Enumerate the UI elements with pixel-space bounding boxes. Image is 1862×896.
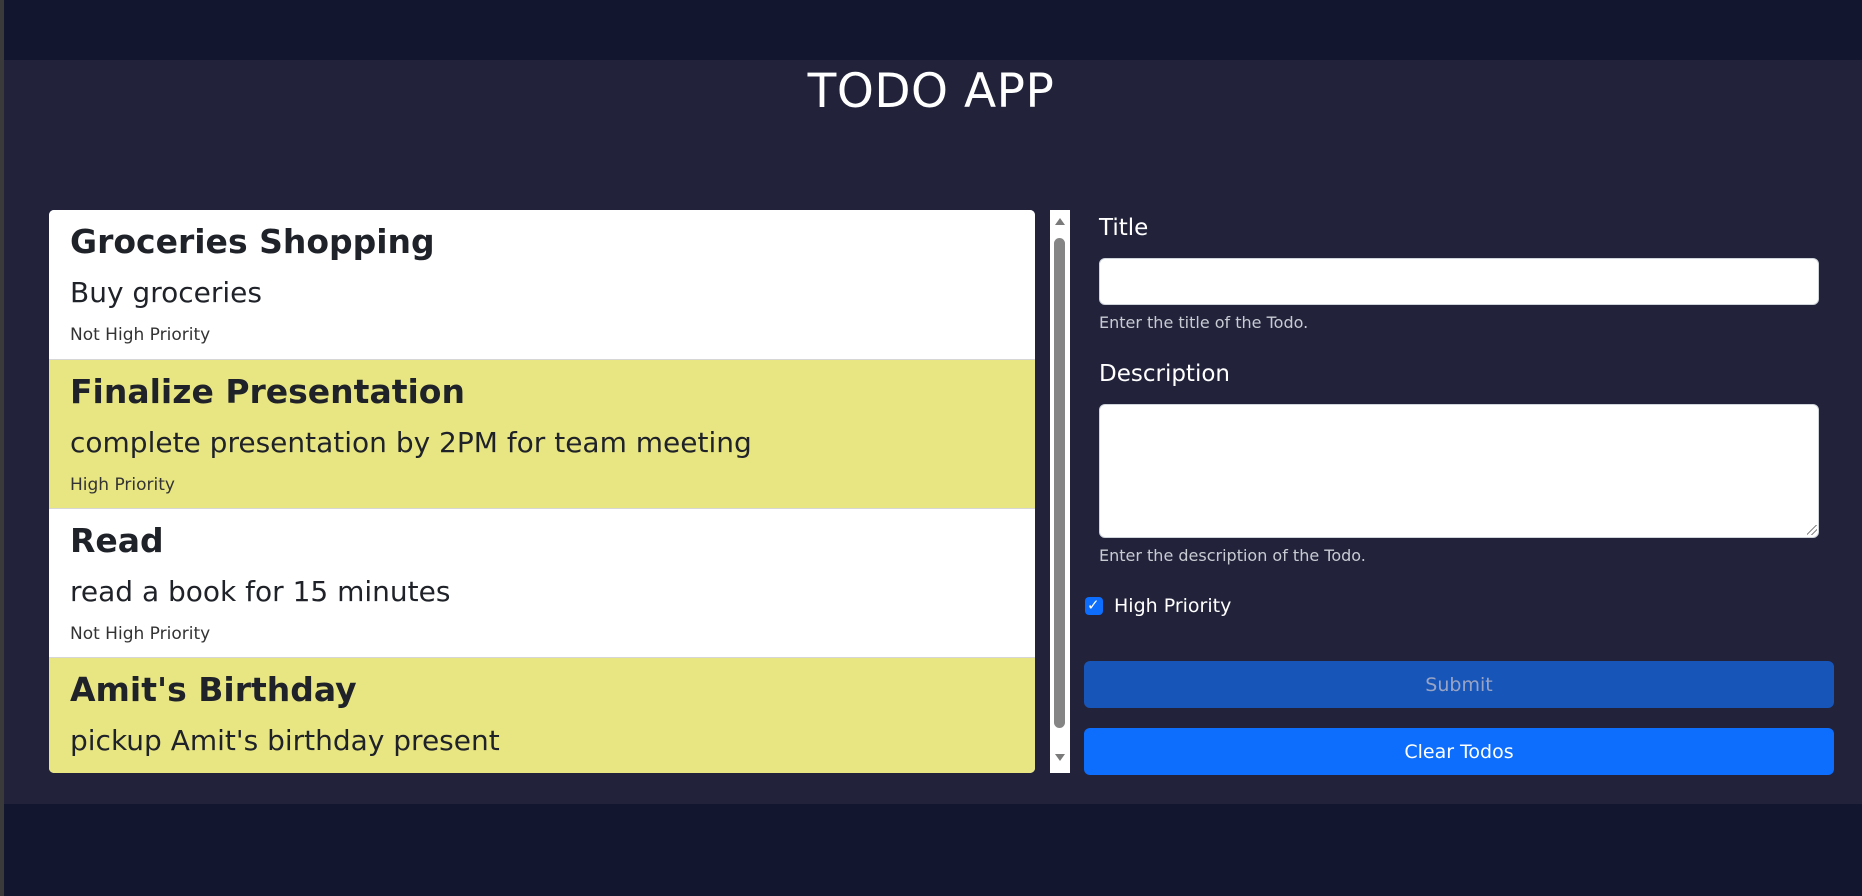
title-label: Title	[1099, 215, 1149, 241]
todo-description: Buy groceries	[70, 276, 262, 309]
todo-description: pickup Amit's birthday present	[70, 724, 500, 757]
todo-description: read a book for 15 minutes	[70, 575, 451, 608]
title-help-text: Enter the title of the Todo.	[1099, 313, 1309, 332]
title-input[interactable]	[1099, 258, 1819, 305]
resize-grip-icon[interactable]	[1807, 525, 1817, 535]
todo-item[interactable]: Amit's Birthday pickup Amit's birthday p…	[49, 657, 1035, 773]
submit-button[interactable]: Submit	[1084, 661, 1834, 708]
todo-description: complete presentation by 2PM for team me…	[70, 426, 752, 459]
app-window: TODO APP Groceries Shopping Buy grocerie…	[0, 0, 1862, 896]
todo-title: Groceries Shopping	[70, 222, 435, 261]
scrollbar-thumb[interactable]	[1054, 238, 1065, 728]
todo-priority-label: Not High Priority	[70, 325, 211, 345]
app-title: TODO APP	[807, 64, 1055, 119]
todo-item[interactable]: Finalize Presentation complete presentat…	[49, 359, 1035, 508]
todo-title: Read	[70, 521, 164, 560]
todo-item[interactable]: Groceries Shopping Buy groceries Not Hig…	[49, 210, 1035, 359]
clear-todos-button[interactable]: Clear Todos	[1084, 728, 1834, 775]
todo-list-scrollbar[interactable]	[1050, 210, 1070, 773]
todo-item[interactable]: Read read a book for 15 minutes Not High…	[49, 508, 1035, 657]
high-priority-checkbox[interactable]: ✓	[1085, 596, 1103, 615]
scroll-down-arrow-icon[interactable]	[1055, 754, 1065, 761]
todo-priority-label: High Priority	[70, 475, 175, 495]
todo-title: Finalize Presentation	[70, 372, 465, 411]
todo-list[interactable]: Groceries Shopping Buy groceries Not Hig…	[49, 210, 1035, 773]
description-label: Description	[1099, 361, 1230, 387]
scroll-up-arrow-icon[interactable]	[1055, 218, 1065, 225]
check-icon: ✓	[1087, 596, 1100, 614]
todo-title: Amit's Birthday	[70, 670, 357, 709]
description-help-text: Enter the description of the Todo.	[1099, 546, 1366, 565]
high-priority-label[interactable]: High Priority	[1114, 595, 1231, 617]
todo-priority-label: Not High Priority	[70, 624, 211, 644]
description-input[interactable]	[1099, 404, 1819, 538]
